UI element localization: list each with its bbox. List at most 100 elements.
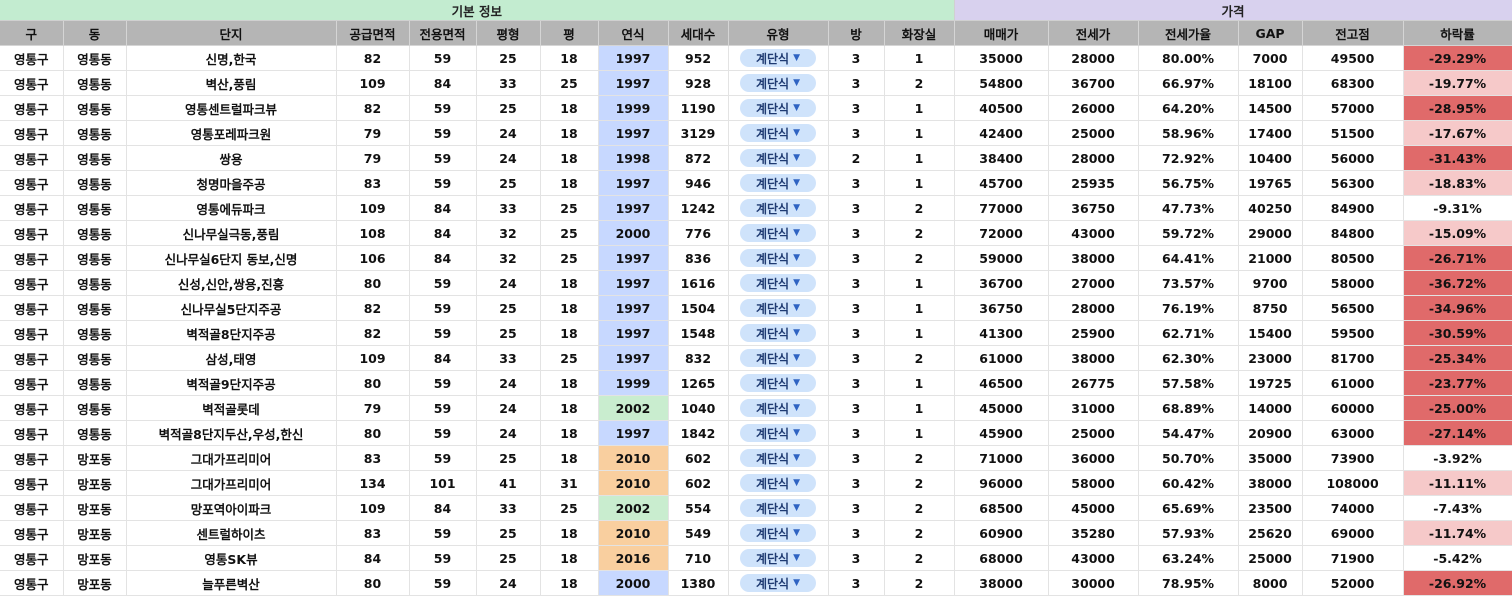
cell-year[interactable]: 1997 — [598, 120, 669, 146]
cell-sale-price[interactable]: 72000 — [954, 220, 1049, 246]
cell-jeonse-ratio[interactable]: 62.30% — [1138, 345, 1239, 371]
group-header-price[interactable]: 가격 — [954, 0, 1512, 21]
cell-type[interactable]: 계단식 ▼ — [728, 195, 829, 221]
cell-supply-area[interactable]: 82 — [336, 45, 410, 71]
cell-pyeong[interactable]: 18 — [540, 95, 599, 121]
cell-complex[interactable]: 망포역아이파크 — [126, 495, 337, 521]
column-header-rooms[interactable]: 방 — [828, 20, 885, 46]
cell-supply-area[interactable]: 79 — [336, 120, 410, 146]
cell-jeonse-ratio[interactable]: 76.19% — [1138, 295, 1239, 321]
column-header-supply-area[interactable]: 공급면적 — [336, 20, 410, 46]
type-dropdown[interactable]: 계단식 ▼ — [740, 324, 816, 342]
cell-complex[interactable]: 신나무실극동,풍림 — [126, 220, 337, 246]
cell-households[interactable]: 549 — [668, 520, 729, 546]
cell-type[interactable]: 계단식 ▼ — [728, 545, 829, 571]
cell-year[interactable]: 1998 — [598, 145, 669, 171]
cell-sale-price[interactable]: 45000 — [954, 395, 1049, 421]
cell-sale-price[interactable]: 59000 — [954, 245, 1049, 271]
group-header-basic-info[interactable]: 기본 정보 — [0, 0, 955, 21]
caret-down-icon[interactable]: ▼ — [793, 403, 800, 413]
cell-pyeong-type[interactable]: 25 — [476, 545, 541, 571]
cell-peak-price[interactable]: 59500 — [1302, 320, 1404, 346]
cell-sale-price[interactable]: 36700 — [954, 270, 1049, 296]
cell-bathrooms[interactable]: 2 — [884, 345, 955, 371]
cell-peak-price[interactable]: 49500 — [1302, 45, 1404, 71]
cell-pyeong[interactable]: 18 — [540, 45, 599, 71]
cell-peak-price[interactable]: 68300 — [1302, 70, 1404, 96]
cell-complex[interactable]: 신나무실6단지 동보,신명 — [126, 245, 337, 271]
cell-gu[interactable]: 영통구 — [0, 95, 64, 121]
cell-supply-area[interactable]: 82 — [336, 95, 410, 121]
cell-jeonse-ratio[interactable]: 59.72% — [1138, 220, 1239, 246]
cell-gap[interactable]: 19725 — [1238, 370, 1303, 396]
cell-drop-rate[interactable]: -29.29% — [1403, 45, 1512, 71]
cell-pyeong[interactable]: 25 — [540, 70, 599, 96]
cell-exclusive-area[interactable]: 59 — [409, 270, 477, 296]
type-dropdown[interactable]: 계단식 ▼ — [740, 99, 816, 117]
cell-gap[interactable]: 8750 — [1238, 295, 1303, 321]
cell-drop-rate[interactable]: -31.43% — [1403, 145, 1512, 171]
type-dropdown[interactable]: 계단식 ▼ — [740, 124, 816, 142]
cell-jeonse-price[interactable]: 43000 — [1048, 220, 1139, 246]
cell-exclusive-area[interactable]: 59 — [409, 95, 477, 121]
cell-pyeong[interactable]: 18 — [540, 320, 599, 346]
cell-type[interactable]: 계단식 ▼ — [728, 45, 829, 71]
cell-households[interactable]: 1548 — [668, 320, 729, 346]
cell-type[interactable]: 계단식 ▼ — [728, 445, 829, 471]
cell-gu[interactable]: 영통구 — [0, 570, 64, 596]
cell-peak-price[interactable]: 63000 — [1302, 420, 1404, 446]
cell-pyeong[interactable]: 18 — [540, 520, 599, 546]
cell-complex[interactable]: 벽산,풍림 — [126, 70, 337, 96]
cell-dong[interactable]: 영통동 — [63, 120, 127, 146]
cell-supply-area[interactable]: 109 — [336, 70, 410, 96]
cell-sale-price[interactable]: 96000 — [954, 470, 1049, 496]
cell-peak-price[interactable]: 58000 — [1302, 270, 1404, 296]
cell-jeonse-ratio[interactable]: 54.47% — [1138, 420, 1239, 446]
caret-down-icon[interactable]: ▼ — [793, 278, 800, 288]
cell-exclusive-area[interactable]: 84 — [409, 345, 477, 371]
column-header-exclusive-area[interactable]: 전용면적 — [409, 20, 477, 46]
cell-peak-price[interactable]: 84900 — [1302, 195, 1404, 221]
cell-jeonse-ratio[interactable]: 72.92% — [1138, 145, 1239, 171]
cell-pyeong[interactable]: 18 — [540, 120, 599, 146]
cell-drop-rate[interactable]: -17.67% — [1403, 120, 1512, 146]
cell-rooms[interactable]: 3 — [828, 295, 885, 321]
cell-jeonse-ratio[interactable]: 63.24% — [1138, 545, 1239, 571]
cell-rooms[interactable]: 3 — [828, 570, 885, 596]
cell-jeonse-price[interactable]: 58000 — [1048, 470, 1139, 496]
column-header-gu[interactable]: 구 — [0, 20, 64, 46]
cell-type[interactable]: 계단식 ▼ — [728, 345, 829, 371]
cell-dong[interactable]: 망포동 — [63, 445, 127, 471]
type-dropdown[interactable]: 계단식 ▼ — [740, 374, 816, 392]
cell-supply-area[interactable]: 82 — [336, 320, 410, 346]
cell-sale-price[interactable]: 45900 — [954, 420, 1049, 446]
type-dropdown[interactable]: 계단식 ▼ — [740, 274, 816, 292]
cell-households[interactable]: 1504 — [668, 295, 729, 321]
cell-jeonse-price[interactable]: 36700 — [1048, 70, 1139, 96]
cell-pyeong-type[interactable]: 25 — [476, 95, 541, 121]
cell-type[interactable]: 계단식 ▼ — [728, 295, 829, 321]
column-header-sale-price[interactable]: 매매가 — [954, 20, 1049, 46]
cell-complex[interactable]: 벽적골8단지두산,우성,한신 — [126, 420, 337, 446]
cell-jeonse-ratio[interactable]: 64.20% — [1138, 95, 1239, 121]
caret-down-icon[interactable]: ▼ — [793, 528, 800, 538]
cell-gu[interactable]: 영통구 — [0, 295, 64, 321]
cell-gap[interactable]: 21000 — [1238, 245, 1303, 271]
cell-type[interactable]: 계단식 ▼ — [728, 470, 829, 496]
cell-drop-rate[interactable]: -26.92% — [1403, 570, 1512, 596]
caret-down-icon[interactable]: ▼ — [793, 503, 800, 513]
cell-drop-rate[interactable]: -3.92% — [1403, 445, 1512, 471]
cell-dong[interactable]: 영통동 — [63, 145, 127, 171]
cell-gu[interactable]: 영통구 — [0, 270, 64, 296]
cell-bathrooms[interactable]: 2 — [884, 470, 955, 496]
cell-dong[interactable]: 영통동 — [63, 345, 127, 371]
cell-supply-area[interactable]: 109 — [336, 195, 410, 221]
cell-jeonse-price[interactable]: 43000 — [1048, 545, 1139, 571]
cell-jeonse-ratio[interactable]: 66.97% — [1138, 70, 1239, 96]
cell-year[interactable]: 1997 — [598, 345, 669, 371]
cell-exclusive-area[interactable]: 59 — [409, 145, 477, 171]
cell-gu[interactable]: 영통구 — [0, 545, 64, 571]
cell-rooms[interactable]: 3 — [828, 245, 885, 271]
cell-pyeong-type[interactable]: 25 — [476, 520, 541, 546]
cell-peak-price[interactable]: 73900 — [1302, 445, 1404, 471]
